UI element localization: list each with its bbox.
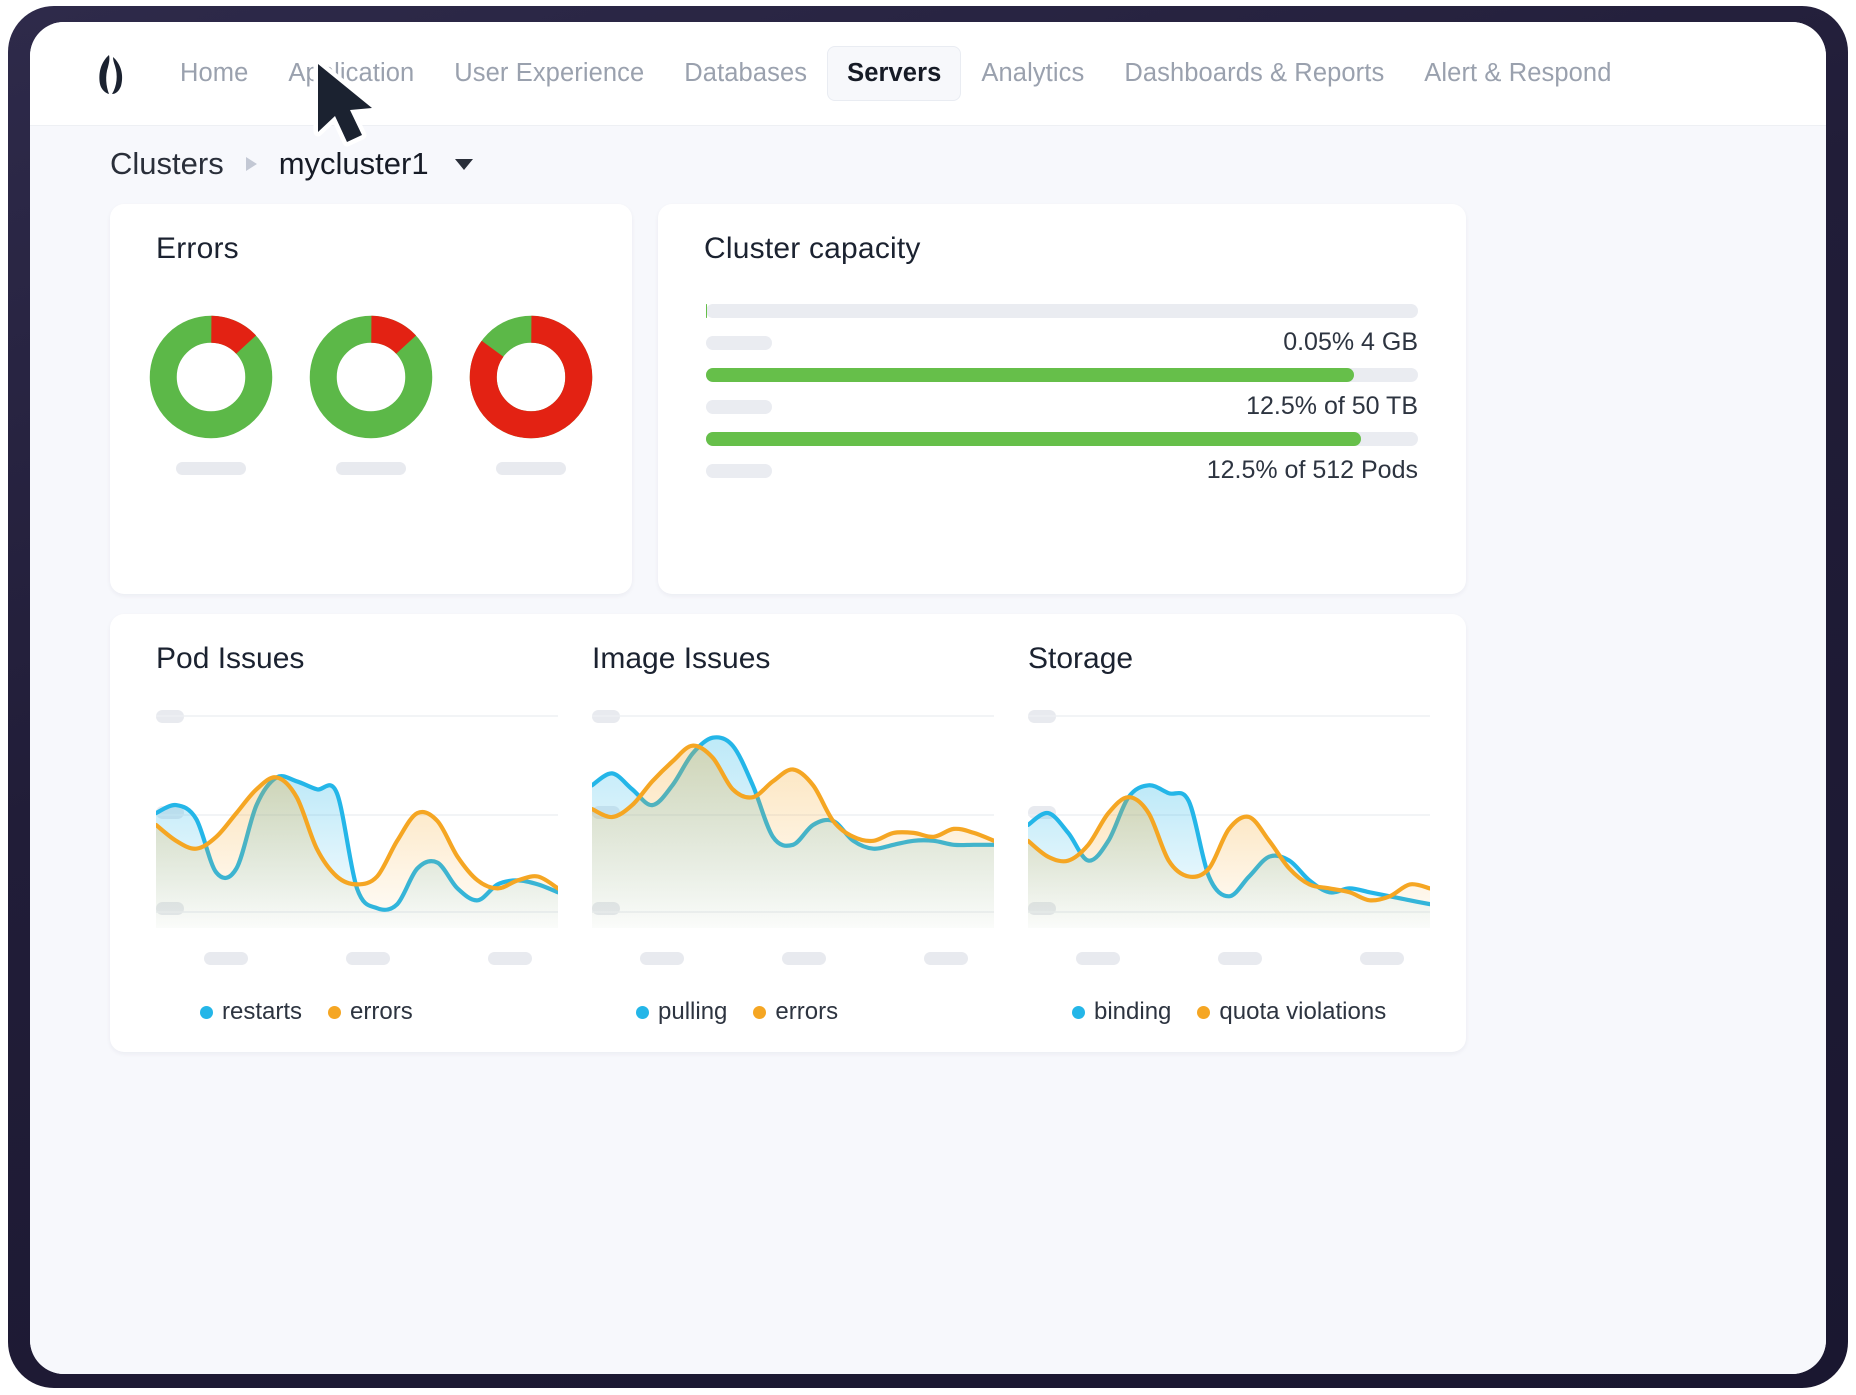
app-window: Home Application User Experience Databas…	[30, 22, 1826, 1374]
nav-items: Home Application User Experience Databas…	[160, 46, 1631, 101]
legend-color-dot-icon	[1072, 1006, 1085, 1019]
nav-item-databases[interactable]: Databases	[664, 46, 827, 101]
legend-item[interactable]: quota violations	[1197, 998, 1386, 1026]
legend-label: pulling	[658, 998, 727, 1026]
x-axis-tick-placeholder	[782, 952, 826, 965]
donut-2[interactable]	[308, 314, 434, 440]
legend-item[interactable]: restarts	[200, 998, 302, 1026]
legend-item[interactable]: binding	[1072, 998, 1171, 1026]
chart-plot-storage[interactable]	[1028, 710, 1430, 928]
legend-color-dot-icon	[200, 1006, 213, 1019]
donut-1[interactable]	[148, 314, 274, 440]
legend-item[interactable]: pulling	[636, 998, 727, 1026]
donut-label-placeholder	[336, 462, 406, 475]
issues-card: Pod Issues restarts errors Image Issues pull…	[110, 614, 1466, 1052]
legend-pod-issues: restarts errors	[200, 998, 413, 1026]
capacity-rows: 0.05% 4 GB 12.5% of 50 TB 12.5% of 512 Pod…	[706, 304, 1418, 496]
nav-item-servers[interactable]: Servers	[827, 46, 961, 101]
errors-card-title: Errors	[156, 232, 239, 266]
capacity-value-storage: 12.5% of 50 TB	[1246, 392, 1418, 421]
device-frame: Home Application User Experience Databas…	[8, 6, 1848, 1388]
breadcrumb-current[interactable]: mycluster1	[279, 146, 429, 182]
legend-label: quota violations	[1219, 998, 1386, 1026]
chevron-right-icon	[246, 157, 257, 171]
x-axis-tick-placeholder	[488, 952, 532, 965]
legend-label: binding	[1094, 998, 1171, 1026]
legend-item[interactable]: errors	[328, 998, 413, 1026]
x-axis-tick-placeholder	[1218, 952, 1262, 965]
legend-color-dot-icon	[328, 1006, 341, 1019]
sparkline-charts: Pod Issues restarts errors Image Issues pull…	[110, 614, 1466, 1052]
x-axis-tick-placeholder	[640, 952, 684, 965]
cluster-capacity-card: Cluster capacity 0.05% 4 GB 12.5% of 50 T…	[658, 204, 1466, 594]
nav-item-application[interactable]: Application	[268, 46, 434, 101]
legend-color-dot-icon	[753, 1006, 766, 1019]
capacity-bar-track	[706, 304, 1418, 318]
legend-item[interactable]: errors	[753, 998, 838, 1026]
capacity-label-placeholder	[706, 464, 772, 478]
x-axis-tick-placeholder	[204, 952, 248, 965]
legend-label: errors	[350, 998, 413, 1026]
chart-plot-image-issues[interactable]	[592, 710, 994, 928]
breadcrumb: Clusters mycluster1	[110, 146, 473, 182]
donut-label-placeholder	[176, 462, 246, 475]
capacity-row-memory: 0.05% 4 GB	[706, 304, 1418, 368]
capacity-row-storage: 12.5% of 50 TB	[706, 368, 1418, 432]
chart-title-image-issues: Image Issues	[592, 642, 770, 676]
x-axis-tick-placeholder	[1360, 952, 1404, 965]
chart-title-pod-issues: Pod Issues	[156, 642, 304, 676]
x-axis-tick-placeholder	[346, 952, 390, 965]
donut-3[interactable]	[468, 314, 594, 440]
page-content: Clusters mycluster1 Errors Cluster capac…	[30, 126, 1826, 1374]
breadcrumb-root[interactable]: Clusters	[110, 146, 224, 182]
nav-item-home[interactable]: Home	[160, 46, 268, 101]
nav-item-dashboards-reports[interactable]: Dashboards & Reports	[1104, 46, 1404, 101]
capacity-card-title: Cluster capacity	[704, 232, 921, 266]
app-logo-icon[interactable]	[92, 52, 132, 96]
capacity-label-placeholder	[706, 400, 772, 414]
legend-image-issues: pulling errors	[636, 998, 838, 1026]
chart-storage: Storage binding quota violations	[1028, 614, 1464, 1052]
chart-plot-pod-issues[interactable]	[156, 710, 558, 928]
capacity-bar-fill	[706, 368, 1354, 382]
capacity-row-pods: 12.5% of 512 Pods	[706, 432, 1418, 496]
legend-storage: binding quota violations	[1072, 998, 1386, 1026]
legend-color-dot-icon	[636, 1006, 649, 1019]
chart-pod-issues: Pod Issues restarts errors	[156, 614, 592, 1052]
nav-item-alert-respond[interactable]: Alert & Respond	[1404, 46, 1631, 101]
donut-2-wrapper	[300, 314, 442, 475]
legend-label: restarts	[222, 998, 302, 1026]
capacity-value-pods: 12.5% of 512 Pods	[1207, 456, 1418, 485]
x-axis-tick-placeholder	[1076, 952, 1120, 965]
legend-color-dot-icon	[1197, 1006, 1210, 1019]
capacity-bar-track	[706, 368, 1418, 382]
nav-item-analytics[interactable]: Analytics	[961, 46, 1104, 101]
legend-label: errors	[775, 998, 838, 1026]
donut-1-wrapper	[140, 314, 282, 475]
capacity-value-memory: 0.05% 4 GB	[1283, 328, 1418, 357]
errors-card: Errors	[110, 204, 632, 594]
capacity-bar-fill	[706, 432, 1361, 446]
capacity-label-placeholder	[706, 336, 772, 350]
chevron-down-icon[interactable]	[455, 159, 473, 170]
chart-title-storage: Storage	[1028, 642, 1133, 676]
top-navigation-bar: Home Application User Experience Databas…	[30, 22, 1826, 126]
x-axis-tick-placeholder	[924, 952, 968, 965]
donut-label-placeholder	[496, 462, 566, 475]
capacity-bar-track	[706, 432, 1418, 446]
donut-3-wrapper	[460, 314, 602, 475]
donut-chart-group	[140, 314, 602, 475]
chart-image-issues: Image Issues pulling errors	[592, 614, 1028, 1052]
nav-item-user-experience[interactable]: User Experience	[434, 46, 664, 101]
